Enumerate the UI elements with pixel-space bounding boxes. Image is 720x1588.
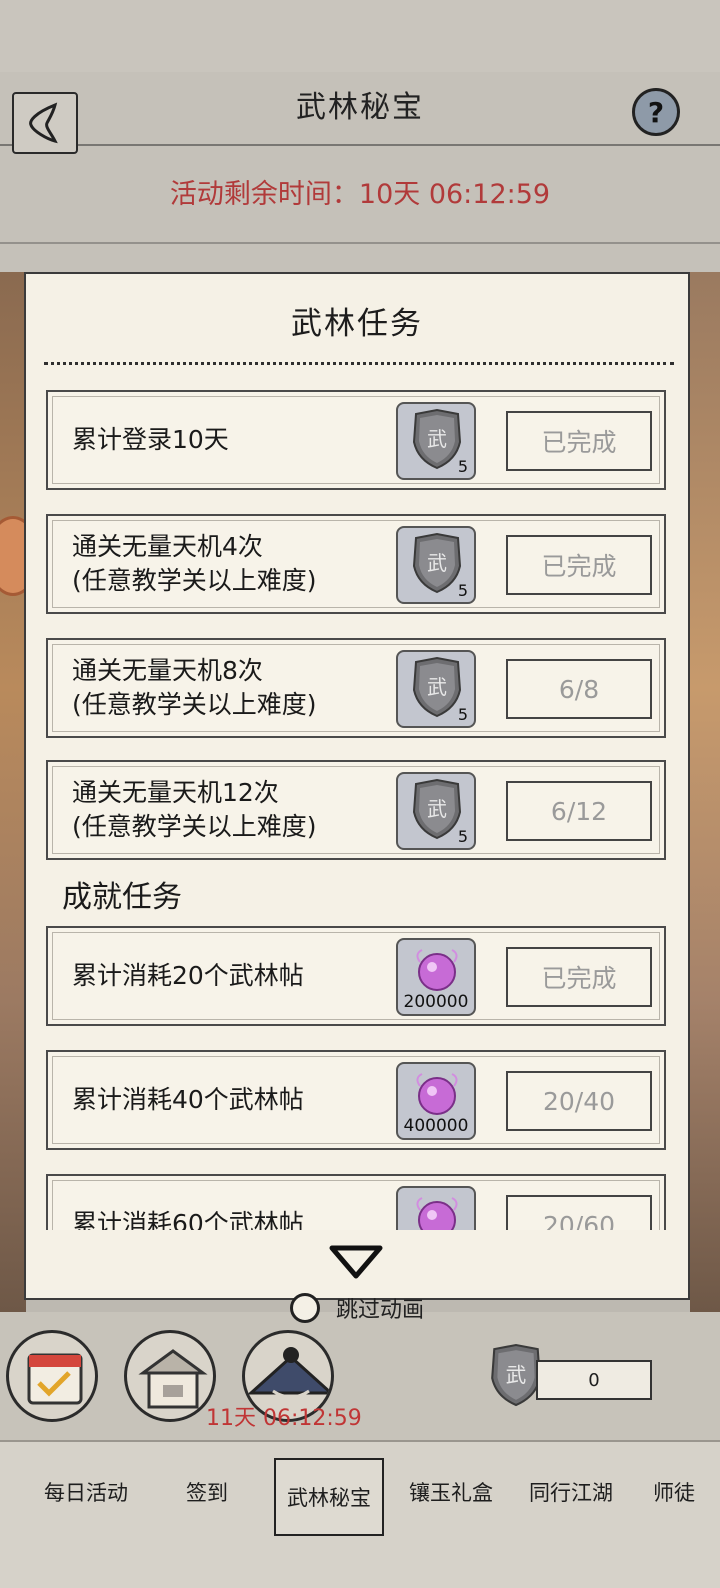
achievement-status[interactable]: 已完成 xyxy=(506,947,652,1007)
task-status[interactable]: 已完成 xyxy=(506,535,652,595)
reward-count: 5 xyxy=(457,827,468,846)
tab-sign-in[interactable]: 签到 xyxy=(150,1442,264,1542)
achievement-row: 累计消耗20个武林帖 200000 已完成 xyxy=(46,926,666,1026)
svg-text:武: 武 xyxy=(427,797,447,821)
task-row: 通关无量天机4次 (任意教学关以上难度) 武 5 已完成 xyxy=(46,514,666,614)
reward-item[interactable]: 400000 xyxy=(396,1062,476,1140)
task-progress: 6/12 xyxy=(506,781,652,841)
task-title: 累计登录10天 xyxy=(72,425,229,454)
wu-shield-icon: 武 xyxy=(412,408,462,470)
skip-animation-label: 跳过动画 xyxy=(336,1298,425,1323)
wu-shield-icon: 武 xyxy=(412,778,462,840)
calendar-icon[interactable] xyxy=(6,1330,98,1422)
header-divider-lower xyxy=(0,242,720,244)
achievement-title: 累计消耗20个武林帖 xyxy=(72,961,304,990)
reward-item[interactable]: 武 5 xyxy=(396,772,476,850)
achievement-section-title: 成就任务 xyxy=(62,880,182,915)
tab-daily-activity[interactable]: 每日活动 xyxy=(24,1442,148,1542)
task-row: 累计登录10天 武 5 已完成 xyxy=(46,390,666,490)
panel-title: 武林任务 xyxy=(291,306,423,342)
reward-item[interactable] xyxy=(396,1186,476,1230)
svg-text:武: 武 xyxy=(506,1363,527,1387)
tab-master-apprentice[interactable]: 师徒 xyxy=(636,1442,712,1542)
reward-count: 5 xyxy=(457,705,468,724)
header-divider xyxy=(0,144,720,146)
background-scene-right xyxy=(690,272,720,1312)
task-list[interactable]: 累计登录10天 武 5 已完成 通关无量天机4次 (任意教学关以上难度) 武 5… xyxy=(26,384,688,1230)
task-title: 通关无量天机8次 xyxy=(72,656,263,685)
shop-icon[interactable] xyxy=(124,1330,216,1422)
task-title: 通关无量天机12次 xyxy=(72,778,279,807)
reward-item[interactable]: 200000 xyxy=(396,938,476,1016)
achievement-row: 累计消耗40个武林帖 400000 20/40 xyxy=(46,1050,666,1150)
tab-wulin-treasure[interactable]: 武林秘宝 xyxy=(274,1458,384,1536)
page-title: 武林秘宝 xyxy=(296,90,424,125)
svg-text:武: 武 xyxy=(427,675,447,699)
help-icon: ? xyxy=(647,95,665,129)
token-count: 0 xyxy=(536,1360,652,1400)
svg-text:武: 武 xyxy=(427,551,447,575)
bottom-countdown: 11天 06:12:59 xyxy=(206,1406,362,1431)
task-title: 通关无量天机4次 xyxy=(72,532,263,561)
task-row: 通关无量天机12次 (任意教学关以上难度) 武 5 6/12 xyxy=(46,760,666,860)
reward-item[interactable]: 武 5 xyxy=(396,526,476,604)
scroll-down-arrow-icon[interactable] xyxy=(326,1242,386,1282)
tab-jade-gift-box[interactable]: 镶玉礼盒 xyxy=(396,1442,506,1542)
reward-count: 5 xyxy=(457,457,468,476)
svg-text:武: 武 xyxy=(427,427,447,451)
reward-count: 5 xyxy=(457,581,468,600)
task-row: 通关无量天机8次 (任意教学关以上难度) 武 5 6/8 xyxy=(46,638,666,738)
task-progress: 6/8 xyxy=(506,659,652,719)
achievement-title: 累计消耗60个武林帖 xyxy=(72,1209,304,1230)
background-scene-left xyxy=(0,272,26,1312)
reward-item[interactable]: 武 5 xyxy=(396,650,476,728)
reward-count: 400000 xyxy=(403,1116,469,1136)
reward-item[interactable]: 武 5 xyxy=(396,402,476,480)
bottom-tab-bar: 每日活动 签到 武林秘宝 镶玉礼盒 同行江湖 师徒 xyxy=(0,1440,720,1588)
achievement-row: 累计消耗60个武林帖 20/60 xyxy=(46,1174,666,1230)
wu-shield-icon: 武 xyxy=(412,656,462,718)
achievement-progress: 20/60 xyxy=(506,1195,652,1230)
status-strip xyxy=(0,0,720,72)
purple-orb-icon xyxy=(416,1197,458,1230)
tab-jianghu-together[interactable]: 同行江湖 xyxy=(516,1442,626,1542)
task-subtitle: (任意教学关以上难度) xyxy=(72,812,317,841)
panel-divider xyxy=(44,362,674,365)
purple-orb-icon xyxy=(416,949,458,991)
reward-count: 200000 xyxy=(403,992,469,1012)
help-button[interactable]: ? xyxy=(632,88,680,136)
radio-icon[interactable] xyxy=(290,1293,320,1323)
achievement-title: 累计消耗40个武林帖 xyxy=(72,1085,304,1114)
task-subtitle: (任意教学关以上难度) xyxy=(72,566,317,595)
task-status[interactable]: 已完成 xyxy=(506,411,652,471)
wu-shield-icon: 武 xyxy=(412,532,462,594)
task-subtitle: (任意教学关以上难度) xyxy=(72,690,317,719)
purple-orb-icon xyxy=(416,1073,458,1115)
task-panel: 武林任务 累计登录10天 武 5 已完成 通关无量天机4次 (任意教学关以上难度… xyxy=(24,272,690,1300)
event-countdown: 活动剩余时间：10天 06:12:59 xyxy=(169,179,551,210)
skip-animation-toggle[interactable]: 跳过动画 xyxy=(290,1292,424,1324)
achievement-progress: 20/40 xyxy=(506,1071,652,1131)
